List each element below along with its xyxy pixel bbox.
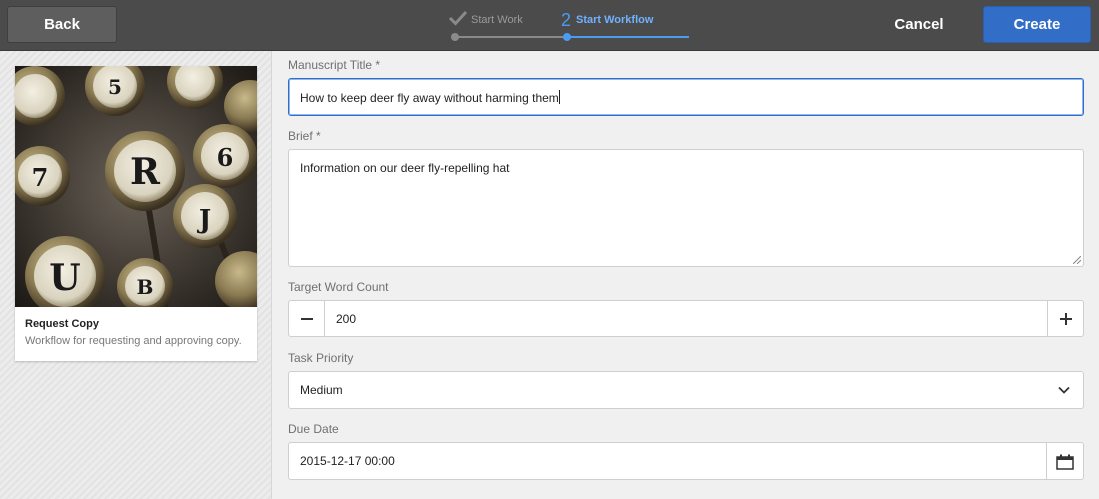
task-priority-value: Medium xyxy=(300,383,343,397)
target-word-count-input[interactable]: 200 xyxy=(325,300,1047,337)
wizard-progress-active xyxy=(567,36,689,38)
create-button[interactable]: Create xyxy=(983,6,1091,43)
text-caret xyxy=(558,90,560,104)
svg-text:U: U xyxy=(49,257,80,299)
wizard-step-2-number: 2 xyxy=(561,10,572,30)
svg-text:R: R xyxy=(130,151,161,193)
svg-text:5: 5 xyxy=(108,75,122,99)
target-word-count-label: Target Word Count xyxy=(288,280,389,294)
wizard-step-2-marker xyxy=(563,33,571,41)
due-date-label: Due Date xyxy=(288,422,339,436)
due-date-value: 2015-12-17 00:00 xyxy=(300,454,395,468)
manuscript-title-input[interactable]: How to keep deer fly away without harmin… xyxy=(288,78,1084,116)
calendar-icon xyxy=(1056,454,1074,470)
typewriter-keys-image: R U 6 J 7 5 B xyxy=(15,66,257,307)
resize-handle-icon[interactable] xyxy=(1073,256,1081,264)
back-button[interactable]: Back xyxy=(7,6,117,43)
wizard-step-1-marker xyxy=(451,33,459,41)
chevron-down-icon xyxy=(1058,386,1070,394)
due-date-input[interactable]: 2015-12-17 00:00 xyxy=(288,442,1084,480)
increment-button[interactable] xyxy=(1047,300,1084,337)
target-word-count-stepper: 200 xyxy=(288,300,1084,337)
brief-label: Brief * xyxy=(288,129,321,143)
workflow-model-card[interactable]: R U 6 J 7 5 B Request Copy Workflow for … xyxy=(15,66,257,361)
wizard-progress-done xyxy=(455,36,567,38)
svg-text:J: J xyxy=(197,205,211,235)
card-title: Request Copy xyxy=(25,318,99,330)
target-word-count-value: 200 xyxy=(336,312,357,326)
task-priority-select[interactable]: Medium xyxy=(288,371,1084,409)
plus-icon xyxy=(1059,312,1072,325)
left-rail: R U 6 J 7 5 B Request Copy Workflow for … xyxy=(0,51,272,499)
cancel-button[interactable]: Cancel xyxy=(870,6,968,43)
top-toolbar: Back Start Work 2 Start Workflow Cancel … xyxy=(0,0,1099,51)
date-picker-button[interactable] xyxy=(1046,443,1083,480)
decrement-button[interactable] xyxy=(288,300,325,337)
wizard-step-1-label[interactable]: Start Work xyxy=(471,14,523,26)
brief-value: Information on our deer fly-repelling ha… xyxy=(300,161,510,175)
wizard-step-2-label[interactable]: Start Workflow xyxy=(576,14,653,26)
task-priority-label: Task Priority xyxy=(288,351,354,365)
svg-text:7: 7 xyxy=(32,163,49,192)
card-description: Workflow for requesting and approving co… xyxy=(25,335,242,347)
wizard-steps: Start Work 2 Start Workflow xyxy=(440,0,700,51)
svg-text:B: B xyxy=(137,275,154,299)
svg-text:6: 6 xyxy=(217,143,234,172)
minus-icon xyxy=(300,317,313,320)
checkmark-icon xyxy=(449,10,467,26)
manuscript-title-value: How to keep deer fly away without harmin… xyxy=(300,91,559,105)
brief-textarea[interactable]: Information on our deer fly-repelling ha… xyxy=(288,149,1084,267)
manuscript-title-label: Manuscript Title * xyxy=(288,58,381,72)
